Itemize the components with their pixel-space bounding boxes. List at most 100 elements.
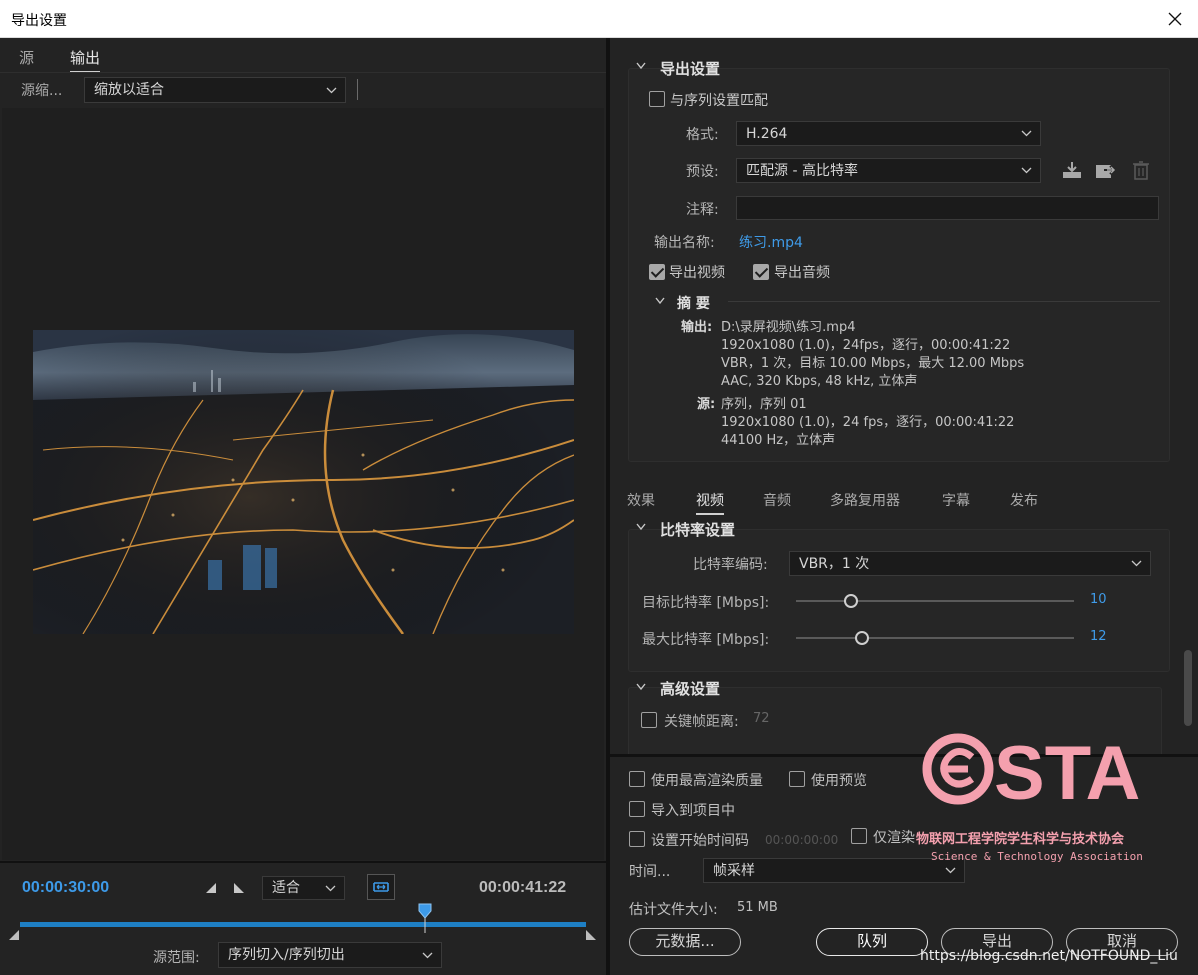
summary-source-lines: 序列，序列 01 1920x1080 (1.0)，24 fps，逐行，00:00… (721, 396, 1014, 450)
close-button[interactable] (1152, 0, 1198, 38)
settings-scrollbar[interactable] (1184, 650, 1192, 726)
summary-output-label: 输出: (681, 320, 713, 335)
summary-source-line: 44100 Hz，立体声 (721, 433, 836, 448)
estimated-size-value: 51 MB (737, 900, 778, 915)
fit-frame-icon (373, 882, 389, 892)
time-interpolation-value: 帧采样 (713, 863, 755, 879)
tab-effects[interactable]: 效果 (627, 490, 655, 510)
advanced-header: 高级设置 (660, 680, 721, 698)
preset-label: 预设: (686, 164, 719, 180)
estimated-size-label: 估计文件大小: (629, 902, 718, 918)
preset-value: 匹配源 - 高比特率 (746, 163, 858, 179)
tab-video[interactable]: 视频 (696, 490, 724, 515)
import-preset-icon[interactable] (1094, 160, 1116, 180)
delete-preset-icon[interactable] (1132, 160, 1150, 180)
target-bitrate-slider[interactable] (796, 600, 1074, 602)
chevron-down-icon (422, 943, 433, 967)
watermark-title: 物联网工程学院学生科学与技术协会 (916, 832, 1125, 847)
summary-divider (728, 301, 1160, 302)
metadata-button[interactable]: 元数据... (629, 928, 741, 956)
bitrate-header: 比特率设置 (660, 521, 736, 539)
start-timecode-value[interactable]: 00:00:00:00 (765, 833, 838, 847)
source-range-label: 源范围: (153, 950, 200, 966)
tab-audio[interactable]: 音频 (763, 490, 791, 510)
export-audio-label: 导出音频 (774, 265, 830, 281)
settings-tabs: 效果 视频 音频 多路复用器 字幕 发布 (610, 481, 1198, 515)
tab-captions[interactable]: 字幕 (942, 490, 970, 510)
toolbar-separator (357, 79, 358, 100)
summary-output-lines: D:\录屏视频\练习.mp4 1920x1080 (1.0)，24fps，逐行，… (721, 319, 1024, 391)
out-point-marker-icon[interactable] (585, 929, 597, 941)
export-audio-checkbox[interactable] (753, 264, 769, 280)
close-icon (1168, 12, 1182, 26)
match-sequence-label: 与序列设置匹配 (670, 93, 768, 109)
import-into-project-checkbox[interactable] (629, 801, 645, 817)
summary-header: 摘 要 (677, 296, 710, 312)
target-bitrate-value[interactable]: 10 (1090, 592, 1107, 607)
collapse-icon[interactable] (636, 62, 646, 70)
current-timecode[interactable]: 00:00:30:00 (22, 879, 109, 897)
format-label: 格式: (686, 127, 719, 143)
format-select[interactable]: H.264 (736, 121, 1041, 146)
max-render-quality-checkbox[interactable] (629, 771, 645, 787)
source-scaling-select[interactable]: 缩放以适合 (84, 77, 346, 103)
max-bitrate-knob[interactable] (855, 631, 869, 645)
summary-output-line: VBR，1 次，目标 10.00 Mbps，最大 12.00 Mbps (721, 356, 1025, 371)
timeline-controls: 00:00:30:00 适合 00:00:41:22 源范围: 序列切入/序列切… (0, 861, 606, 975)
csta-logo-icon: STA (922, 731, 1140, 811)
window-title: 导出设置 (11, 13, 67, 29)
match-sequence-checkbox[interactable] (649, 91, 665, 107)
chevron-down-icon (325, 877, 336, 899)
summary-source-line: 序列，序列 01 (721, 397, 807, 412)
use-previews-checkbox[interactable] (789, 771, 805, 787)
total-timecode: 00:00:41:22 (479, 879, 567, 896)
timeline-range-bar[interactable] (20, 922, 586, 927)
aspect-correction-button[interactable] (367, 874, 395, 900)
time-interpolation-label: 时间... (629, 864, 671, 880)
in-point-marker-icon[interactable] (8, 929, 20, 941)
preset-select[interactable]: 匹配源 - 高比特率 (736, 158, 1041, 183)
chevron-down-icon (1131, 552, 1142, 575)
collapse-icon[interactable] (655, 297, 665, 305)
playhead-icon[interactable] (417, 903, 433, 933)
tab-publish[interactable]: 发布 (1010, 490, 1038, 510)
set-out-point-icon[interactable] (233, 882, 245, 894)
export-settings-header: 导出设置 (660, 60, 721, 78)
target-bitrate-knob[interactable] (844, 594, 858, 608)
svg-text:STA: STA (994, 731, 1140, 811)
csta-watermark: STA 物联网工程学院学生科学与技术协会 Science & Technolog… (914, 725, 1174, 875)
keyframe-distance-checkbox[interactable] (641, 712, 657, 728)
bitrate-encoding-select[interactable]: VBR，1 次 (789, 551, 1151, 576)
max-render-quality-label: 使用最高渲染质量 (651, 773, 763, 789)
bitrate-encoding-value: VBR，1 次 (799, 556, 870, 572)
import-into-project-label: 导入到项目中 (651, 803, 735, 819)
source-range-value: 序列切入/序列切出 (228, 947, 345, 963)
export-video-checkbox[interactable] (649, 264, 665, 280)
summary-source-label: 源: (697, 397, 716, 412)
set-in-point-icon[interactable] (205, 882, 217, 894)
source-range-select[interactable]: 序列切入/序列切出 (218, 942, 442, 968)
tab-multiplexer[interactable]: 多路复用器 (830, 490, 900, 510)
set-start-timecode-checkbox[interactable] (629, 831, 645, 847)
tab-output[interactable]: 输出 (70, 47, 101, 73)
preview-panel: 源 输出 源缩... 缩放以适合 00:00:30:00 适合 00:00:41… (0, 38, 606, 975)
collapse-icon[interactable] (636, 523, 646, 531)
keyframe-distance-value[interactable]: 72 (753, 711, 770, 726)
max-bitrate-label: 最大比特率 [Mbps]: (642, 632, 770, 648)
queue-button[interactable]: 队列 (816, 928, 928, 956)
output-name-link[interactable]: 练习.mp4 (739, 232, 803, 252)
max-bitrate-slider[interactable] (796, 637, 1074, 639)
comments-input[interactable] (736, 196, 1159, 220)
render-alpha-only-checkbox[interactable] (851, 828, 867, 844)
use-previews-label: 使用预览 (811, 773, 867, 789)
summary-output-line: 1920x1080 (1.0)，24fps，逐行，00:00:41:22 (721, 338, 1011, 353)
export-video-label: 导出视频 (669, 265, 725, 281)
max-bitrate-value[interactable]: 12 (1090, 629, 1107, 644)
tab-source[interactable]: 源 (19, 47, 34, 68)
video-preview-frame (33, 330, 574, 634)
save-preset-icon[interactable] (1061, 160, 1083, 180)
comments-label: 注释: (686, 202, 719, 218)
fit-select[interactable]: 适合 (262, 876, 345, 900)
collapse-icon[interactable] (636, 683, 646, 691)
title-bar: 导出设置 (0, 0, 1198, 38)
